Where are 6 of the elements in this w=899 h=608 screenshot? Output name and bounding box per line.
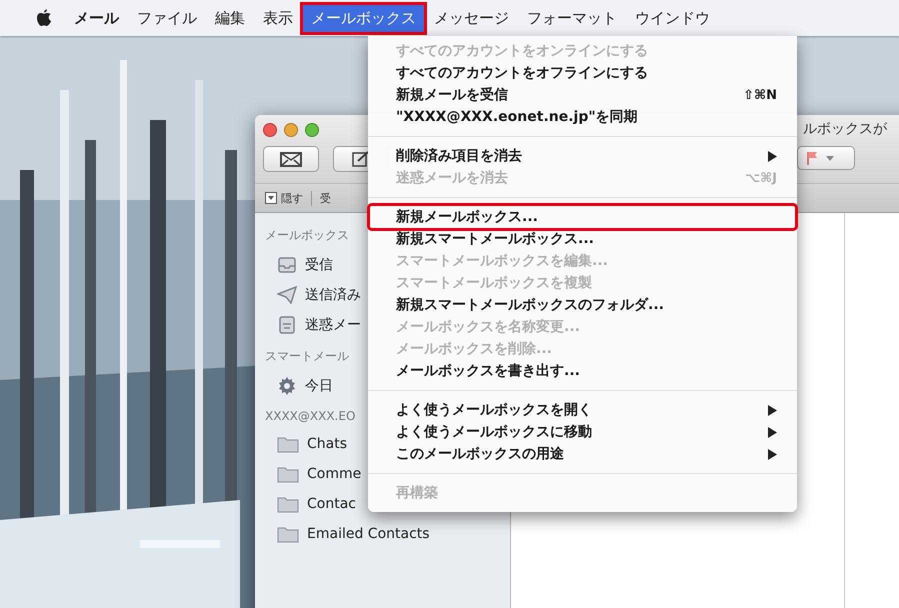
- section-heading: メールボックス: [265, 227, 349, 244]
- section-heading: スマートメール: [265, 348, 349, 365]
- shortcut-label: ⇧⌘N: [743, 88, 777, 102]
- section-heading: XXXX@XXX.EO: [265, 409, 356, 423]
- window-title: ルボックスが: [803, 120, 887, 138]
- shortcut-label: ⌥⌘J: [745, 170, 777, 186]
